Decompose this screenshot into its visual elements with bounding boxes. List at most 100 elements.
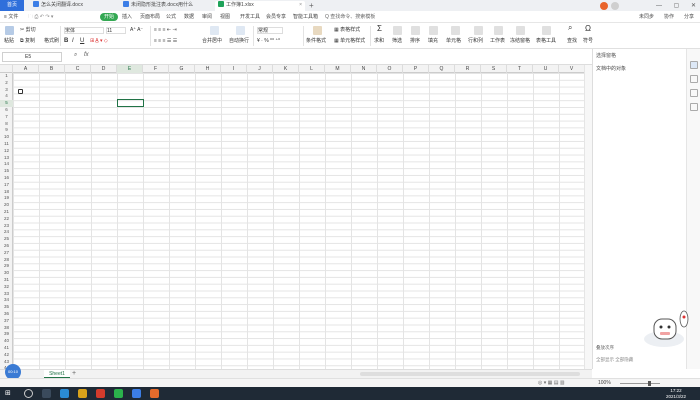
sort-button[interactable]: 排序: [410, 38, 420, 44]
copy-button[interactable]: ⧉ 复制: [20, 38, 35, 44]
quick-access-icons[interactable]: 🗀 ⎙ ↶ ↷ ▾: [28, 13, 53, 21]
show-hide-all[interactable]: 全部显示 全部隐藏: [596, 357, 633, 363]
column-header[interactable]: S: [481, 65, 507, 73]
share-button[interactable]: 分享: [684, 13, 694, 21]
zoom-level[interactable]: 100%: [598, 380, 611, 387]
fill-icon[interactable]: [429, 26, 438, 35]
row-header[interactable]: 14: [0, 161, 13, 168]
row-header[interactable]: 1: [0, 73, 13, 80]
row-header[interactable]: 26: [0, 243, 13, 250]
paste-icon[interactable]: [5, 26, 14, 35]
row-header[interactable]: 19: [0, 195, 13, 202]
row-header[interactable]: 10: [0, 134, 13, 141]
row-header[interactable]: 21: [0, 209, 13, 216]
wrap-icon[interactable]: [236, 26, 245, 35]
row-header[interactable]: 13: [0, 155, 13, 162]
rows-cols-icon[interactable]: [474, 26, 483, 35]
edge-icon[interactable]: [60, 389, 69, 398]
menu-file[interactable]: ≡ 文件: [4, 13, 18, 21]
app-icon[interactable]: [132, 389, 141, 398]
row-header[interactable]: 38: [0, 325, 13, 332]
row-header[interactable]: 3: [0, 87, 13, 94]
maximize-icon[interactable]: ▢: [674, 2, 680, 9]
merge-center-button[interactable]: 合并居中: [202, 38, 222, 44]
column-header[interactable]: P: [403, 65, 429, 73]
row-header[interactable]: 41: [0, 345, 13, 352]
avatar[interactable]: [600, 2, 608, 10]
row-header[interactable]: 33: [0, 291, 13, 298]
menu-dev-tools[interactable]: 开发工具: [240, 13, 260, 21]
sheet-tab-sheet1[interactable]: Sheet1: [44, 370, 70, 378]
sort-icon[interactable]: [411, 26, 420, 35]
wechat-icon[interactable]: [114, 389, 123, 398]
row-header[interactable]: 4: [0, 93, 13, 100]
row-header[interactable]: 36: [0, 311, 13, 318]
italic-button[interactable]: I: [72, 38, 74, 44]
row-header[interactable]: 34: [0, 297, 13, 304]
table-style-button[interactable]: ▦ 表格样式: [334, 27, 360, 33]
folder-icon[interactable]: [78, 389, 87, 398]
skin-icon[interactable]: [611, 2, 619, 10]
menu-smart-tools[interactable]: 智能工具箱: [293, 13, 318, 21]
column-header[interactable]: L: [299, 65, 325, 73]
sum-icon[interactable]: Σ: [377, 25, 382, 33]
wps-icon[interactable]: [96, 389, 105, 398]
find-icon[interactable]: ⌕: [568, 24, 572, 32]
close-icon[interactable]: ×: [299, 1, 302, 10]
tab-home[interactable]: 首页: [0, 0, 24, 11]
vertical-scrollbar[interactable]: [584, 65, 592, 369]
name-box[interactable]: E5: [2, 52, 62, 62]
rows-cols-button[interactable]: 行和列: [468, 38, 483, 44]
row-header[interactable]: 20: [0, 202, 13, 209]
column-header[interactable]: N: [351, 65, 377, 73]
row-header[interactable]: 15: [0, 168, 13, 175]
row-header[interactable]: 8: [0, 121, 13, 128]
underline-button[interactable]: U: [80, 38, 84, 44]
column-header[interactable]: U: [533, 65, 559, 73]
font-name-select[interactable]: 宋体: [64, 27, 104, 34]
menu-member[interactable]: 会员专享: [266, 13, 286, 21]
column-header[interactable]: F: [143, 65, 169, 73]
tab-workbook[interactable]: 工作簿1.xlsx ×: [215, 1, 305, 11]
cell-button[interactable]: 单元格: [446, 38, 461, 44]
column-header[interactable]: G: [169, 65, 195, 73]
row-header[interactable]: 32: [0, 284, 13, 291]
new-tab-button[interactable]: +: [306, 0, 316, 10]
column-header[interactable]: J: [247, 65, 273, 73]
sync-status[interactable]: 未同步: [639, 13, 654, 21]
menu-page-layout[interactable]: 页面布局: [140, 13, 160, 21]
filter-icon[interactable]: [393, 26, 402, 35]
worksheet-icon[interactable]: [494, 26, 503, 35]
row-header[interactable]: 30: [0, 270, 13, 277]
fx-icon[interactable]: fx: [84, 52, 89, 58]
number-format-select[interactable]: 常规: [257, 27, 283, 34]
column-header[interactable]: B: [39, 65, 65, 73]
conditional-format-icon[interactable]: [313, 26, 322, 35]
align-icons-2[interactable]: ≡ ≡ ≡ ☰ ☰: [154, 38, 177, 44]
cell-area[interactable]: [13, 73, 592, 369]
column-header[interactable]: O: [377, 65, 403, 73]
worksheet-button[interactable]: 工作表: [490, 38, 505, 44]
find-button[interactable]: 查找: [567, 38, 577, 44]
minimize-icon[interactable]: —: [656, 3, 662, 9]
column-header[interactable]: C: [65, 65, 91, 73]
start-menu-icon[interactable]: ⊞: [5, 389, 14, 398]
style-icon[interactable]: [690, 75, 698, 83]
row-header[interactable]: 35: [0, 304, 13, 311]
tab-document-1[interactable]: 怎么关闭翻译.docx: [30, 1, 120, 11]
freeze-icon[interactable]: [516, 26, 525, 35]
row-header[interactable]: 23: [0, 223, 13, 230]
select-tool-icon[interactable]: [690, 61, 698, 69]
row-header[interactable]: 7: [0, 114, 13, 121]
column-header[interactable]: T: [507, 65, 533, 73]
row-header[interactable]: 29: [0, 263, 13, 270]
assistant-mascot-icon[interactable]: [640, 305, 690, 353]
row-header[interactable]: 37: [0, 318, 13, 325]
filter-button[interactable]: 筛选: [392, 38, 402, 44]
symbol-button[interactable]: 符号: [583, 38, 593, 44]
zoom-icon[interactable]: ⌕: [74, 52, 77, 59]
align-icons[interactable]: ≡ ≡ ≡ ⇤ ⇥: [154, 27, 177, 33]
row-header[interactable]: 27: [0, 250, 13, 257]
row-header[interactable]: 25: [0, 236, 13, 243]
row-header[interactable]: 17: [0, 182, 13, 189]
